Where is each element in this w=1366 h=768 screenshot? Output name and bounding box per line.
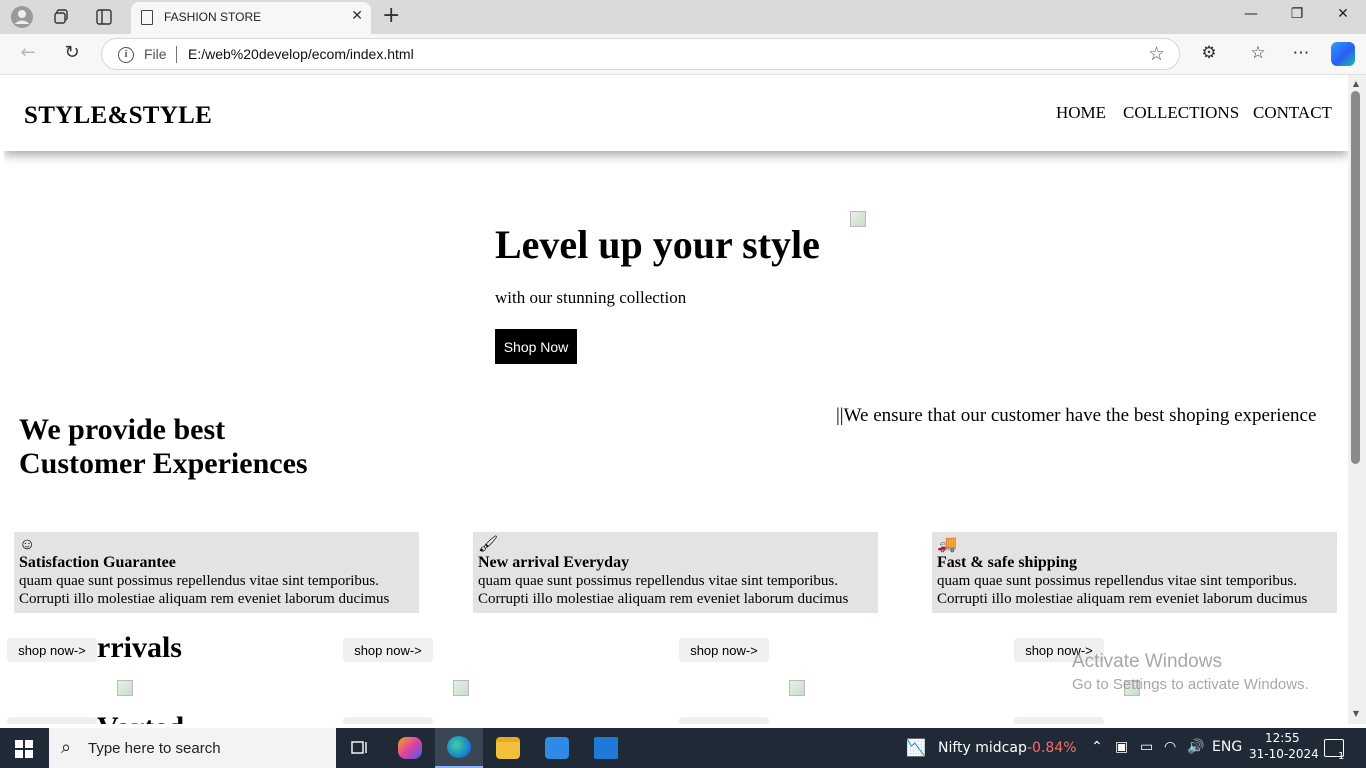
windows-start-icon[interactable]	[15, 740, 33, 758]
scroll-down-icon[interactable]: ▼	[1351, 709, 1361, 718]
feature-text: quam quae sunt possimus repellendus vita…	[478, 573, 838, 589]
product-broken-image-icon	[789, 680, 805, 696]
clock-date[interactable]: 31-10-2024	[1249, 747, 1319, 761]
tab-actions-icon[interactable]	[92, 5, 116, 29]
scrollbar-thumb[interactable]	[1351, 91, 1360, 464]
hero-subtitle: with our stunning collection	[495, 288, 687, 307]
promo-marquee: ||We ensure that our customer have the b…	[836, 405, 1317, 426]
refresh-icon[interactable]: ↻	[60, 42, 84, 63]
site-logo[interactable]: STYLE&STYLE	[24, 102, 212, 130]
clock-time[interactable]: 12:55	[1265, 731, 1300, 745]
workspaces-icon[interactable]	[50, 5, 74, 29]
feature-card: 🖌 New arrival Everyday quam quae sunt po…	[473, 532, 878, 613]
search-icon: ⌕	[61, 737, 72, 757]
customer-experience-heading: We provide best Customer Experiences	[19, 413, 308, 481]
file-explorer-icon[interactable]	[484, 728, 532, 768]
hero-title: Level up your style	[495, 222, 820, 267]
restore-button[interactable]: ❐	[1282, 6, 1312, 22]
battery-icon[interactable]: ▭	[1140, 739, 1153, 755]
activate-windows-watermark: Activate Windows	[1072, 651, 1222, 672]
close-tab-icon[interactable]: ✕	[351, 8, 363, 24]
cx-heading-line1: We provide best	[19, 413, 226, 446]
copilot-taskbar-icon[interactable]	[386, 728, 434, 768]
stock-widget-name[interactable]: Nifty midcap	[938, 740, 1027, 756]
nav-contact[interactable]: CONTACT	[1253, 103, 1332, 123]
volume-icon[interactable]: 🔊	[1187, 739, 1204, 755]
feature-text: quam quae sunt possimus repellendus vita…	[19, 573, 379, 589]
favorite-star-icon[interactable]: ☆	[1148, 43, 1165, 65]
extensions-icon[interactable]: ⚙	[1197, 43, 1221, 63]
feature-text: Corrupti illo molestiae aliquam rem even…	[478, 591, 849, 607]
stock-chart-icon[interactable]: 📉	[906, 738, 926, 757]
feature-card: 🚚 Fast & safe shipping quam quae sunt po…	[932, 532, 1337, 613]
wifi-icon[interactable]: ◠	[1164, 739, 1176, 755]
copilot-icon[interactable]	[1331, 42, 1355, 66]
product-shop-now-button[interactable]	[343, 717, 433, 724]
second-section-heading: Vorted	[97, 711, 184, 724]
brush-icon: 🖌	[478, 536, 499, 553]
product-shop-now-button[interactable]: shop now->	[679, 638, 769, 662]
hero-broken-image-icon	[850, 211, 866, 227]
nav-home[interactable]: HOME	[1056, 103, 1106, 123]
product-shop-now-button[interactable]	[1014, 717, 1104, 724]
tab-fashion-store[interactable]: FASHION STORE ✕	[131, 2, 371, 34]
truck-icon: 🚚	[937, 536, 957, 553]
notification-count: 1	[1338, 751, 1345, 762]
windows-taskbar: ⌕ Type here to search	[0, 728, 1366, 768]
product-shop-now-button[interactable]	[679, 717, 769, 724]
product-shop-now-button[interactable]: shop now->	[7, 638, 97, 662]
nav-collections[interactable]: COLLECTIONS	[1123, 103, 1239, 123]
url-text[interactable]: E:/web%20develop/ecom/index.html	[188, 46, 414, 62]
smile-icon: ☺	[19, 536, 36, 553]
product-shop-now-button[interactable]: shop now->	[343, 638, 433, 662]
stock-widget-change[interactable]: -0.84%	[1027, 740, 1077, 756]
browser-toolbar: ← ↻ i File E:/web%20develop/ecom/index.h…	[0, 34, 1366, 75]
minimize-button[interactable]: —	[1236, 6, 1266, 22]
feature-title: New arrival Everyday	[478, 554, 630, 571]
favorites-icon[interactable]: ☆	[1246, 43, 1270, 63]
product-shop-now-button[interactable]	[7, 717, 97, 724]
show-hidden-icons-icon[interactable]: ⌃	[1091, 739, 1103, 755]
back-icon[interactable]: ←	[16, 42, 40, 63]
language-indicator[interactable]: ENG	[1212, 739, 1242, 755]
mail-icon[interactable]	[582, 728, 630, 768]
cx-heading-line2: Customer Experiences	[19, 447, 308, 480]
feature-title: Fast & safe shipping	[937, 554, 1078, 571]
feature-text: quam quae sunt possimus repellendus vita…	[937, 573, 1297, 589]
new-tab-button[interactable]: +	[382, 4, 400, 28]
meet-now-icon[interactable]: ▣	[1115, 739, 1128, 755]
close-window-button[interactable]: ✕	[1328, 6, 1358, 22]
tab-title: FASHION STORE	[164, 10, 262, 24]
product-broken-image-icon	[453, 680, 469, 696]
feature-text: Corrupti illo molestiae aliquam rem even…	[937, 591, 1308, 607]
feature-text: Corrupti illo molestiae aliquam rem even…	[19, 591, 390, 607]
page-icon	[141, 10, 153, 25]
address-separator	[176, 46, 177, 63]
profile-icon[interactable]	[10, 5, 34, 29]
search-placeholder: Type here to search	[88, 740, 221, 757]
edge-browser-icon[interactable]	[435, 728, 483, 768]
activate-windows-hint: Go to Settings to activate Windows.	[1072, 676, 1309, 693]
scroll-up-icon[interactable]: ▲	[1351, 79, 1361, 88]
feature-title: Satisfaction Guarantee	[19, 554, 176, 571]
more-options-icon[interactable]: ⋯	[1289, 43, 1313, 63]
address-bar[interactable]: i File E:/web%20develop/ecom/index.html …	[101, 38, 1180, 70]
product-broken-image-icon	[117, 680, 133, 696]
file-label: File	[144, 46, 167, 62]
task-view-icon[interactable]	[336, 728, 384, 768]
feature-card: ☺ Satisfaction Guarantee quam quae sunt …	[14, 532, 419, 613]
microsoft-store-icon[interactable]	[533, 728, 581, 768]
site-header: STYLE&STYLE HOME COLLECTIONS CONTACT	[4, 75, 1348, 151]
shop-now-button[interactable]: Shop Now	[495, 329, 577, 364]
browser-tab-bar: FASHION STORE ✕ + — ❐ ✕	[0, 0, 1366, 34]
taskbar-search[interactable]: ⌕ Type here to search	[49, 728, 336, 768]
page-viewport: STYLE&STYLE HOME COLLECTIONS CONTACT Lev…	[4, 75, 1348, 724]
info-icon[interactable]: i	[118, 47, 134, 63]
arrivals-heading-text: rrivals	[97, 631, 182, 664]
